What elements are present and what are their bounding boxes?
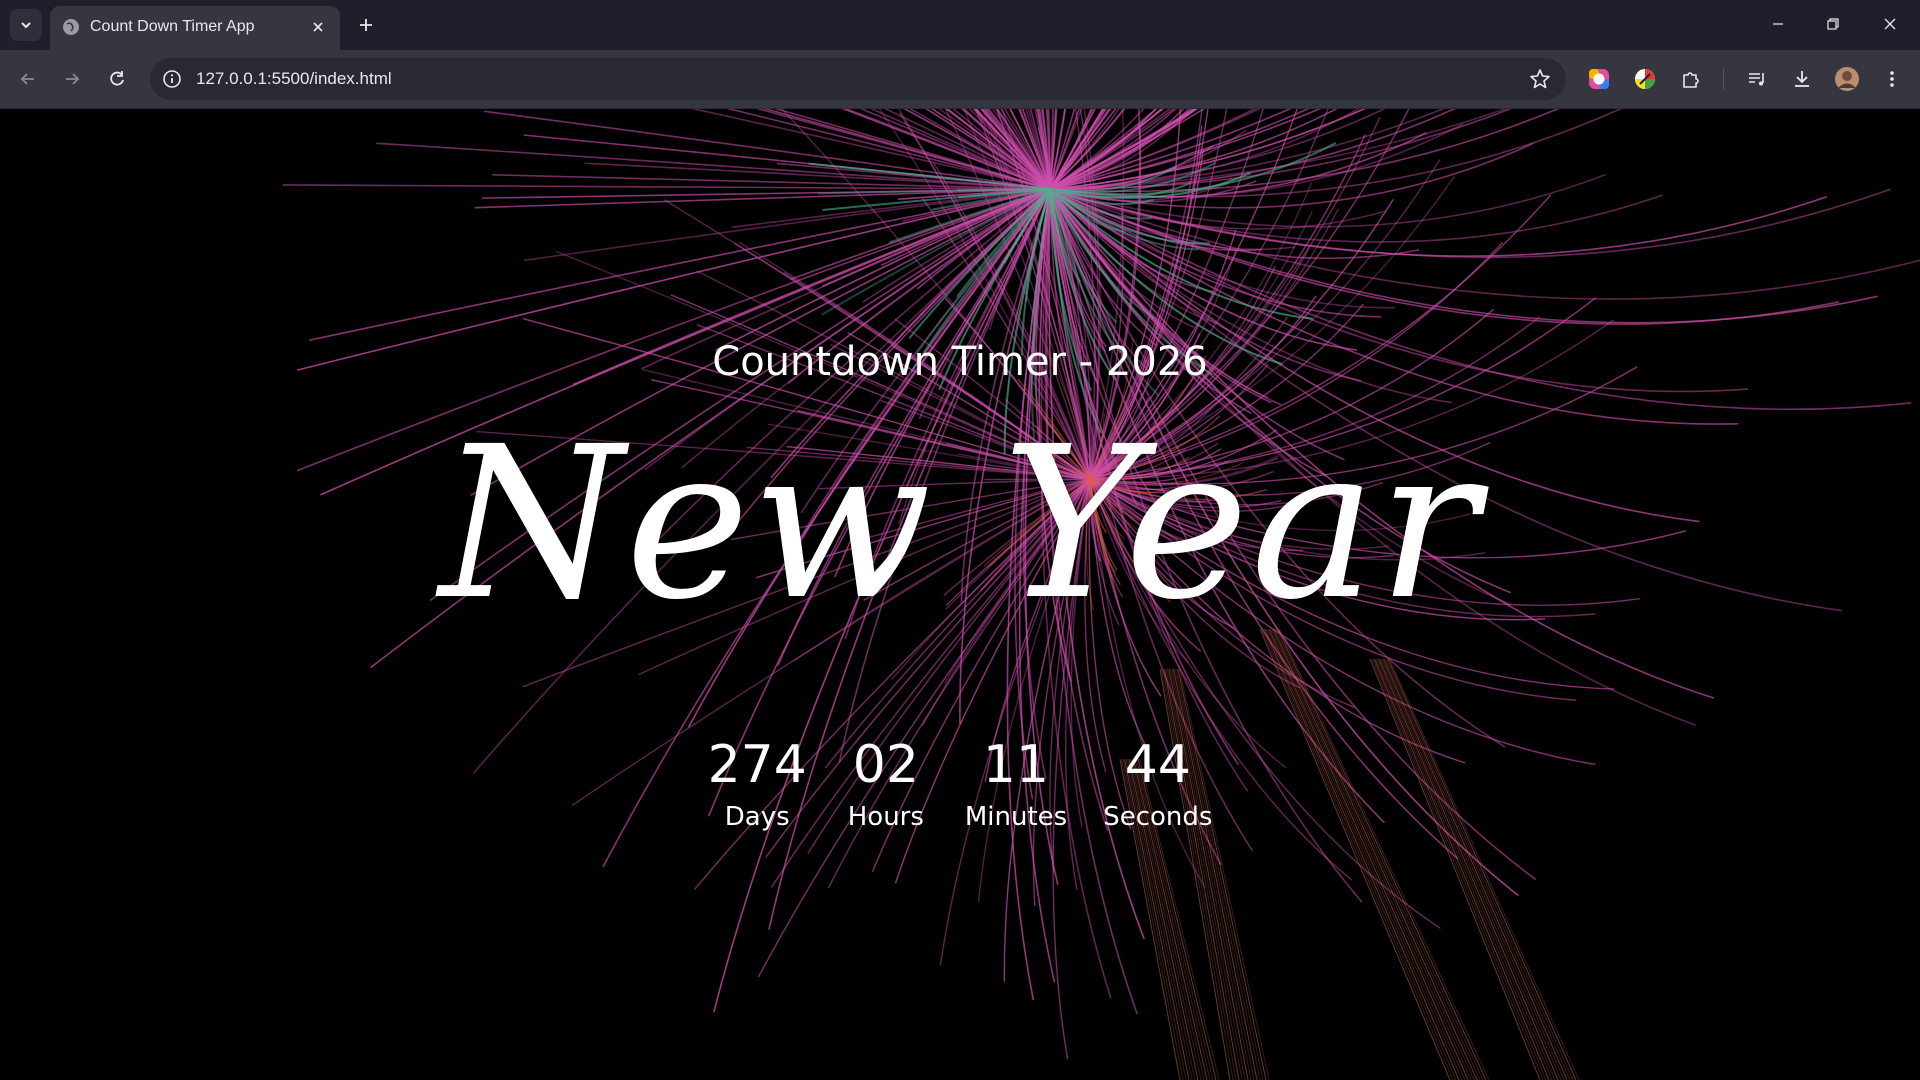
browser-menu-button[interactable] <box>1878 65 1906 93</box>
tab-close-button[interactable] <box>308 17 328 37</box>
playlist-icon <box>1749 73 1764 86</box>
countdown-counter: 274 Days 02 Hours 11 Minutes 44 Seconds <box>0 735 1920 833</box>
page-viewport: Countdown Timer - 2026 New Year 274 Days… <box>0 109 1920 1080</box>
plus-icon <box>360 19 372 31</box>
countdown-value: 44 <box>1124 735 1191 795</box>
countdown-label: Days <box>724 802 790 833</box>
arrow-left-icon <box>20 73 34 85</box>
close-icon <box>1884 18 1896 30</box>
browser-toolbar: 127.0.0.1:5500/index.html <box>0 50 1920 109</box>
page-subtitle: Countdown Timer - 2026 <box>712 339 1208 385</box>
countdown-label: Hours <box>847 802 924 833</box>
countdown-value: 02 <box>852 735 919 795</box>
close-icon <box>313 22 323 32</box>
tab-active[interactable]: Count Down Timer App <box>50 6 340 50</box>
countdown-value: 11 <box>982 735 1050 795</box>
url-text[interactable]: 127.0.0.1:5500/index.html <box>196 69 392 89</box>
globe-icon <box>63 19 79 35</box>
reload-icon <box>110 71 124 86</box>
minimize-button[interactable] <box>1756 6 1800 42</box>
countdown-days: 274 Days <box>707 735 807 833</box>
countdown-hours: 02 Hours <box>843 735 929 833</box>
site-info-button[interactable] <box>160 67 184 91</box>
extension-color-button[interactable] <box>1585 65 1613 93</box>
downloads-button[interactable] <box>1788 65 1816 93</box>
tab-search-button[interactable] <box>10 9 42 41</box>
media-control-button[interactable] <box>1743 65 1771 93</box>
color-ring-icon <box>1589 69 1609 89</box>
avatar <box>1835 67 1859 91</box>
new-tab-button[interactable] <box>352 11 380 39</box>
forward-button[interactable] <box>56 63 88 95</box>
profile-button[interactable] <box>1833 65 1861 93</box>
toolbar-divider <box>1723 68 1724 90</box>
tab-title: Count Down Timer App <box>90 18 255 35</box>
countdown-seconds: 44 Seconds <box>1103 735 1213 833</box>
tab-bar: Count Down Timer App <box>0 0 1920 50</box>
color-picker-icon <box>1635 69 1655 89</box>
reload-button[interactable] <box>101 63 133 95</box>
address-bar[interactable]: 127.0.0.1:5500/index.html <box>150 58 1566 100</box>
close-window-button[interactable] <box>1868 6 1912 42</box>
countdown-minutes: 11 Minutes <box>964 735 1068 833</box>
extension-picker-button[interactable] <box>1631 65 1659 93</box>
download-icon <box>1795 71 1809 87</box>
page-headline: New Year <box>439 401 1481 646</box>
chevron-down-icon <box>21 22 31 29</box>
star-icon <box>1530 69 1550 89</box>
info-icon <box>163 70 181 88</box>
restore-button[interactable] <box>1811 6 1855 42</box>
countdown-section: Countdown Timer - 2026 New Year 274 Days… <box>0 109 1920 1080</box>
more-vertical-icon <box>1890 71 1894 87</box>
extensions-button[interactable] <box>1677 65 1705 93</box>
arrow-right-icon <box>66 73 80 85</box>
puzzle-icon <box>1683 72 1699 88</box>
countdown-label: Seconds <box>1103 802 1213 833</box>
bookmark-button[interactable] <box>1528 67 1552 91</box>
minimize-icon <box>1773 23 1783 25</box>
back-button[interactable] <box>12 63 44 95</box>
countdown-value: 274 <box>707 735 807 795</box>
restore-icon <box>1827 18 1839 30</box>
countdown-label: Minutes <box>964 802 1068 833</box>
